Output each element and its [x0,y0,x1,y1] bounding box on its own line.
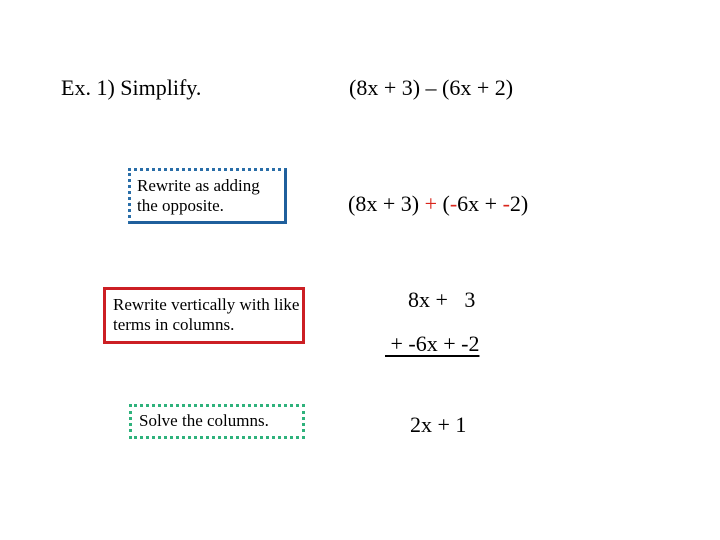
step-2-instruction-box: Rewrite vertically with like terms in co… [103,287,305,344]
final-answer: 2x + 1 [410,412,467,437]
expr-part: ( [436,191,450,216]
opposite-expression: (8x + 3) + (-6x + -2) [348,191,528,217]
step-2-instruction: Rewrite vertically with like terms in co… [113,295,300,334]
expr-part: 6x + [457,191,503,216]
expr-part: (8x + 3) [348,191,425,216]
negative-sign-highlight: - [502,191,510,216]
vertical-line-1: 8x + 3 [408,287,476,312]
step-3-instruction: Solve the columns. [139,411,269,430]
step-1-instruction-box: Rewrite as adding the opposite. [128,168,287,224]
example-title: Ex. 1) Simplify. [61,75,202,100]
step-3-instruction-box: Solve the columns. [129,404,305,439]
vertical-line-2: + -6x + -2 [385,331,480,356]
expr-part: 2) [509,191,529,216]
step-1-instruction: Rewrite as adding the opposite. [137,176,260,215]
original-expression: (8x + 3) – (6x + 2) [349,75,514,100]
plus-sign-highlight: + [424,191,437,216]
